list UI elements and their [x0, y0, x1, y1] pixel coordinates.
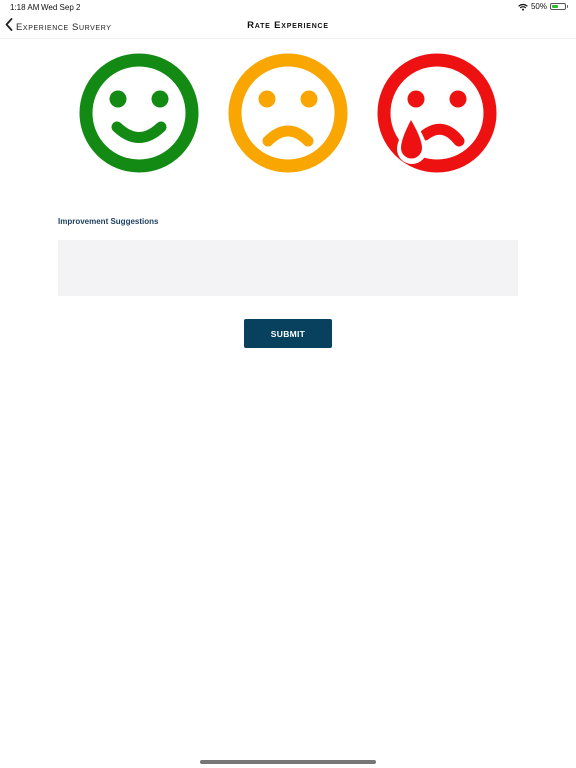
happy-face-left-eye	[109, 90, 127, 108]
sad-face-frown	[262, 125, 314, 147]
status-bar: 1:18 AM Wed Sep 2 50%	[0, 0, 576, 14]
sad-face-left-eye	[258, 90, 276, 108]
page-title: Rate Experience	[247, 20, 329, 31]
crying-face-frown	[419, 123, 465, 147]
sad-face-outline	[228, 53, 348, 173]
battery-icon	[550, 3, 568, 10]
navigation-bar: Experience Survery Rate Experience	[0, 14, 576, 39]
status-date: Wed Sep 2	[41, 3, 81, 12]
crying-face-tear	[401, 120, 422, 159]
status-indicators: 50%	[518, 2, 568, 11]
improvement-suggestions-label: Improvement Suggestions	[58, 217, 159, 226]
happy-face-outline	[79, 53, 199, 173]
wifi-icon	[518, 3, 528, 11]
home-indicator	[200, 760, 376, 764]
crying-face-left-eye	[407, 90, 425, 108]
sad-face-right-eye	[300, 90, 318, 108]
rate-experience-screen: 1:18 AM Wed Sep 2 50% Experience Survery…	[0, 0, 576, 768]
improvement-suggestions-input[interactable]	[58, 240, 518, 296]
happy-face-icon[interactable]	[79, 53, 199, 173]
submit-button[interactable]: SUBMIT	[244, 319, 332, 348]
happy-face-right-eye	[151, 90, 169, 108]
crying-face-icon[interactable]	[377, 53, 497, 173]
happy-face-smile	[111, 121, 167, 143]
sad-face-icon[interactable]	[228, 53, 348, 173]
battery-fill	[552, 5, 558, 8]
status-time: 1:18 AM	[10, 3, 40, 12]
crying-face-right-eye	[449, 90, 467, 108]
battery-percentage: 50%	[530, 2, 547, 11]
